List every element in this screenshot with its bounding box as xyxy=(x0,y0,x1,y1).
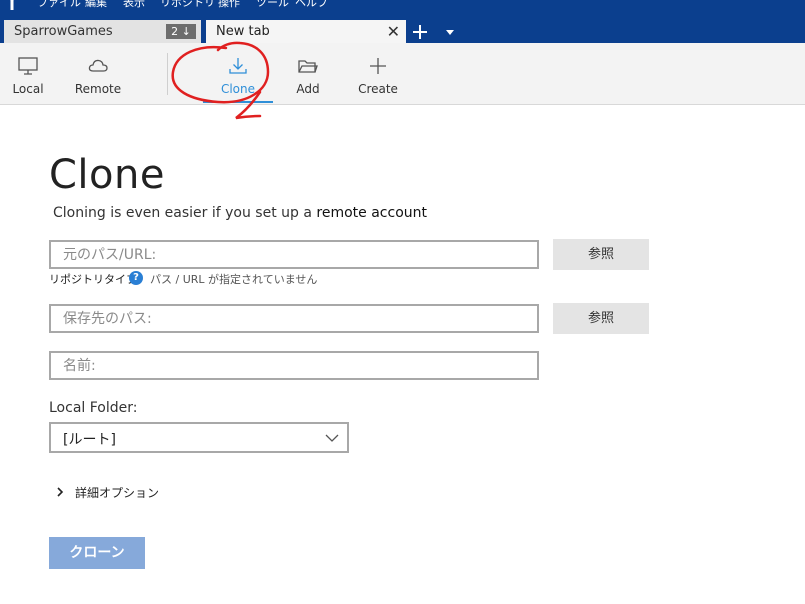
repo-type-label: リポジトリタイプ: xyxy=(49,273,141,286)
active-tab-underline xyxy=(203,101,273,103)
browse-destination-button[interactable]: 参照 xyxy=(553,303,649,334)
tab-label: SparrowGames xyxy=(14,24,113,39)
page-title: Clone xyxy=(49,152,165,198)
remote-button[interactable]: Remote xyxy=(70,43,126,103)
local-folder-label: Local Folder: xyxy=(49,400,138,416)
tab-sparrowgames[interactable]: SparrowGames 2 ↓ xyxy=(4,20,201,43)
tab-badge: 2 ↓ xyxy=(166,24,196,39)
plus-icon xyxy=(370,58,386,74)
local-folder-dropdown[interactable]: [ルート] xyxy=(49,422,349,453)
local-button[interactable]: Local xyxy=(4,43,52,103)
tab-dropdown-icon[interactable] xyxy=(445,29,455,37)
local-label: Local xyxy=(12,82,44,96)
subtitle: Cloning is even easier if you set up a r… xyxy=(53,205,427,221)
remote-account-link[interactable]: remote account xyxy=(316,205,427,221)
menu-actions[interactable]: 操作 xyxy=(218,0,240,10)
clone-button[interactable]: クローン xyxy=(49,537,145,569)
clone-label: Clone xyxy=(220,82,256,96)
chevron-right-icon xyxy=(57,487,64,497)
monitor-icon xyxy=(18,57,38,75)
chevron-down-icon xyxy=(325,434,339,442)
browse-source-button[interactable]: 参照 xyxy=(553,239,649,270)
sourcetree-logo-icon xyxy=(10,0,14,10)
destination-path-input[interactable] xyxy=(49,304,539,333)
toolbar-divider xyxy=(167,53,168,95)
tab-new-tab[interactable]: New tab ✕ xyxy=(206,20,406,43)
add-button[interactable]: Add xyxy=(284,43,332,103)
menu-help[interactable]: ヘルプ xyxy=(295,0,328,10)
folder-open-icon xyxy=(298,60,318,73)
menu-file[interactable]: ファイル xyxy=(37,0,81,10)
tab-bar: SparrowGames 2 ↓ New tab ✕ xyxy=(0,12,805,43)
tab-label: New tab xyxy=(216,24,270,39)
menu-edit[interactable]: 編集 xyxy=(85,0,107,10)
repository-type: リポジトリタイプ: ? パス / URL が指定されていません xyxy=(49,271,317,287)
source-url-input[interactable] xyxy=(49,240,539,269)
create-button[interactable]: Create xyxy=(352,43,404,103)
menu-repository[interactable]: リポジトリ xyxy=(160,0,215,10)
remote-label: Remote xyxy=(74,82,122,96)
menu-bar: ファイル 編集 表示 リポジトリ 操作 ツール ヘルプ xyxy=(0,0,805,12)
name-input[interactable] xyxy=(49,351,539,380)
create-label: Create xyxy=(358,82,398,96)
toolbar: Local Remote Clone Add Create xyxy=(0,43,805,105)
download-icon xyxy=(229,58,247,74)
menu-view[interactable]: 表示 xyxy=(123,0,145,10)
local-folder-value: [ルート] xyxy=(63,432,116,448)
repo-type-status: パス / URL が指定されていません xyxy=(150,273,318,286)
close-tab-icon[interactable]: ✕ xyxy=(387,20,400,43)
cloud-icon xyxy=(88,59,108,72)
help-icon[interactable]: ? xyxy=(129,271,143,285)
subtitle-text: Cloning is even easier if you set up a xyxy=(53,205,312,221)
menu-tools[interactable]: ツール xyxy=(256,0,289,10)
advanced-options-label: 詳細オプション xyxy=(75,486,160,500)
add-label: Add xyxy=(296,82,320,96)
add-tab-icon[interactable] xyxy=(410,22,430,42)
clone-tab-button[interactable]: Clone xyxy=(203,43,273,103)
